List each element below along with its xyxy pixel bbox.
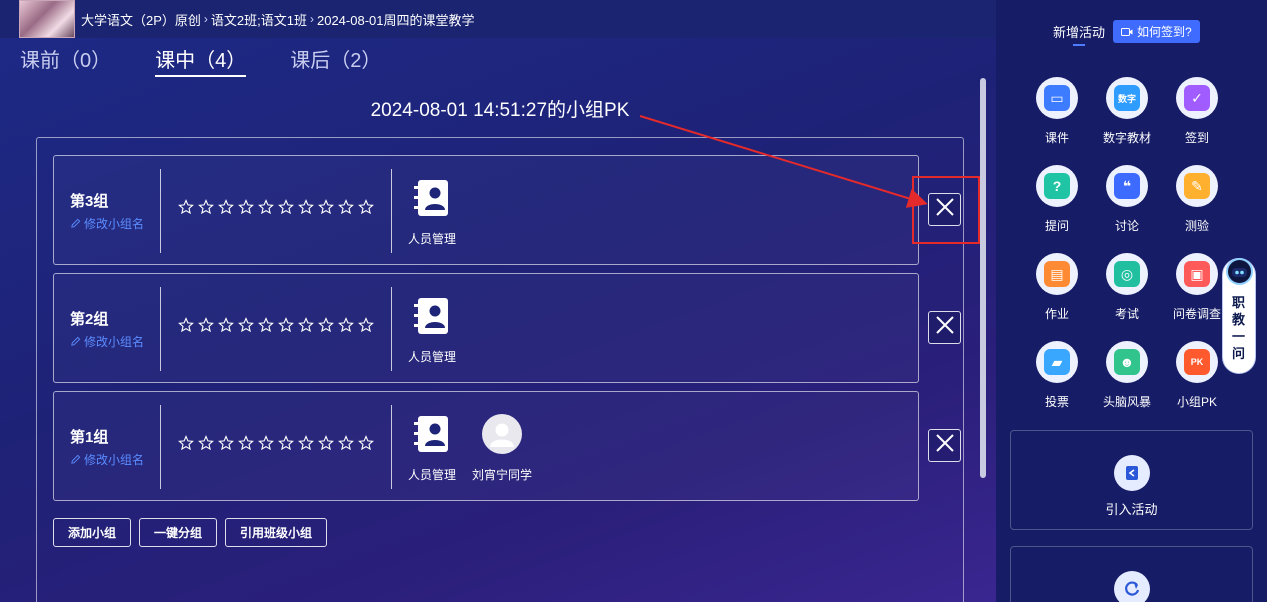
refresh-icon [1113,571,1150,602]
assistant-widget[interactable]: 职教一问 [1222,246,1258,374]
activity-glyph: ▰ [1044,349,1070,375]
courseware-icon: ▭ [1036,77,1078,119]
activity-glyph: ◎ [1114,261,1140,287]
activity-glyph: ▣ [1184,261,1210,287]
activity-discussion[interactable]: ❝ 讨论 [1092,165,1162,234]
import-activity-card[interactable]: 引入活动 [1010,430,1253,530]
sidebar-header: 新增活动 如何签到? [1053,20,1200,46]
activity-glyph: ? [1044,173,1070,199]
activity-label: 讨论 [1114,219,1139,233]
signin-icon: ✓ [1176,77,1218,119]
activity-label: 数字教材 [1102,131,1151,145]
activity-vote[interactable]: ▰ 投票 [1022,341,1092,410]
vote-icon: ▰ [1036,341,1078,383]
survey-icon: ▣ [1176,253,1218,295]
sidebar-title: 新增活动 [1053,22,1105,46]
import-icon [1113,455,1150,491]
activity-label: 课件 [1044,131,1069,145]
activity-courseware[interactable]: ▭ 课件 [1022,77,1092,146]
activity-glyph: ✎ [1184,173,1210,199]
activity-glyph: ☻ [1114,349,1140,375]
assistant-label: 职教一问 [1232,295,1246,361]
activity-question[interactable]: ? 提问 [1022,165,1092,234]
activity-label: 头脑风暴 [1102,395,1151,409]
video-icon [1121,27,1133,36]
activity-label: 提问 [1044,219,1069,233]
refresh-card[interactable] [1010,546,1253,602]
activity-label: 测验 [1184,219,1209,233]
brainstorm-icon: ☻ [1106,341,1148,383]
activity-quiz[interactable]: ✎ 测验 [1162,165,1232,234]
activity-label: 签到 [1184,131,1209,145]
activity-glyph: ❝ [1114,173,1140,199]
robot-icon [1226,258,1253,285]
quiz-icon: ✎ [1176,165,1218,207]
activity-label: 考试 [1114,307,1139,321]
digital-textbook-icon: 数字 [1106,77,1148,119]
discussion-icon: ❝ [1106,165,1148,207]
activity-label: 投票 [1044,395,1069,409]
activity-glyph: PK [1184,349,1210,375]
homework-icon: ▤ [1036,253,1078,295]
activity-signin[interactable]: ✓ 签到 [1162,77,1232,146]
import-activity-label: 引入活动 [1105,502,1158,517]
activity-label: 作业 [1044,307,1069,321]
activity-glyph: ▭ [1044,85,1070,111]
activity-exam[interactable]: ◎ 考试 [1092,253,1162,322]
signin-help-label: 如何签到? [1137,25,1192,39]
question-icon: ? [1036,165,1078,207]
activity-brainstorm[interactable]: ☻ 头脑风暴 [1092,341,1162,410]
exam-icon: ◎ [1106,253,1148,295]
activity-glyph: 数字 [1114,85,1140,111]
activity-label: 小组PK [1176,395,1217,409]
activity-glyph: ▤ [1044,261,1070,287]
activity-glyph: ✓ [1184,85,1210,111]
group-pk-icon: PK [1176,341,1218,383]
activity-homework[interactable]: ▤ 作业 [1022,253,1092,322]
activity-digital-textbook[interactable]: 数字 数字教材 [1092,77,1162,146]
signin-help-button[interactable]: 如何签到? [1113,20,1200,43]
